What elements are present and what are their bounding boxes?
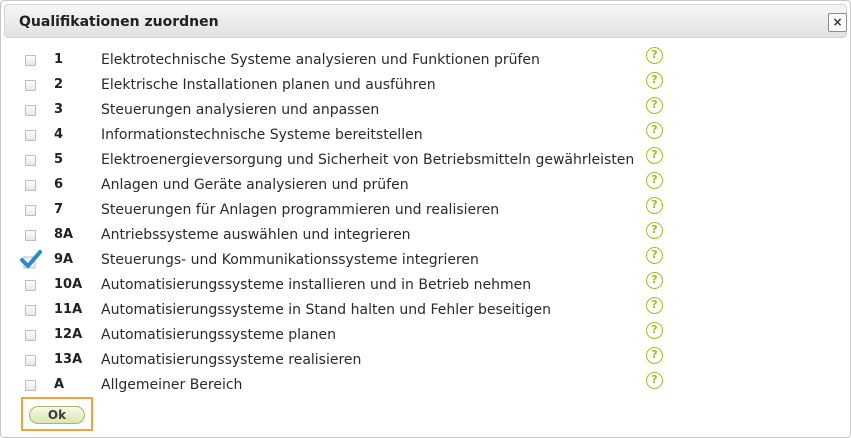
qualification-row: A Allgemeiner Bereich? (1, 372, 851, 397)
qualification-row: 2 Elektrische Installationen planen und a… (1, 72, 851, 97)
close-icon: × (832, 15, 843, 29)
qualification-number: 13A (54, 352, 83, 367)
qualification-label: Informationstechnische Systeme bereitste… (101, 127, 423, 143)
qualification-number: 5 (54, 152, 64, 167)
qualification-row: 6 Anlagen und Geräte analysieren und prüf… (1, 172, 851, 197)
qualification-row: 8A Antriebssysteme auswählen und integrie… (1, 222, 851, 247)
qualification-label: Elektroenergieversorgung und Sicherheit … (101, 152, 635, 168)
help-icon[interactable]: ? (646, 272, 663, 289)
checkbox[interactable] (25, 180, 36, 191)
qualification-row: 3 Steuerungen analysieren und anpassen? (1, 97, 851, 122)
qualification-number: 2 (54, 77, 64, 92)
qualification-label: Steuerungen analysieren und anpassen (101, 102, 380, 118)
help-icon[interactable]: ? (646, 147, 663, 164)
dialog-titlebar: Qualifikationen zuordnen × (4, 4, 847, 38)
qualification-label: Antriebssysteme auswählen und integriere… (101, 227, 411, 243)
qualification-number: 8A (54, 227, 74, 242)
help-icon[interactable]: ? (646, 247, 663, 264)
qualification-label: Steuerungs- und Kommunikationssysteme in… (101, 252, 479, 268)
qualification-number: 4 (54, 127, 64, 142)
help-icon[interactable]: ? (646, 122, 663, 139)
qualification-row: 9A Steuerungs- und Kommunikationssysteme … (1, 247, 851, 272)
help-icon[interactable]: ? (646, 222, 663, 239)
checkbox[interactable] (25, 355, 36, 366)
qualification-label: Automatisierungssysteme planen (101, 327, 336, 343)
help-icon[interactable]: ? (646, 97, 663, 114)
checkbox[interactable] (25, 130, 36, 141)
qualification-number: A (54, 377, 65, 392)
checkbox[interactable] (25, 305, 36, 316)
qualification-row: 12A Automatisierungssysteme planen? (1, 322, 851, 347)
checkbox[interactable] (25, 330, 36, 341)
checkbox-checked[interactable] (20, 248, 42, 270)
qualification-row: 11A Automatisierungssysteme in Stand halt… (1, 297, 851, 322)
help-icon[interactable]: ? (646, 372, 663, 389)
qualification-number: 11A (54, 302, 83, 317)
qualification-number: 9A (54, 252, 74, 267)
help-icon[interactable]: ? (646, 297, 663, 314)
ok-button[interactable]: Ok (29, 406, 85, 424)
checkbox[interactable] (25, 230, 36, 241)
checkbox[interactable] (25, 380, 36, 391)
qualification-row: 1 Elektrotechnische Systeme analysieren u… (1, 47, 851, 72)
help-icon[interactable]: ? (646, 72, 663, 89)
help-icon[interactable]: ? (646, 322, 663, 339)
checkbox[interactable] (25, 105, 36, 116)
qualification-row: 4 Informationstechnische Systeme bereitst… (1, 122, 851, 147)
qualification-label: Automatisierungssysteme in Stand halten … (101, 302, 552, 318)
qualification-row: 13A Automatisierungssysteme realisieren? (1, 347, 851, 372)
ok-button-focus-ring: Ok (21, 397, 93, 431)
qualification-label: Automatisierungssysteme installieren und… (101, 277, 532, 293)
close-button[interactable]: × (828, 13, 847, 32)
qualification-number: 1 (54, 52, 64, 67)
checkmark-icon (20, 250, 42, 269)
qualification-label: Steuerungen für Anlagen programmieren un… (101, 202, 500, 218)
qualification-label: Elektrische Installationen planen und au… (101, 77, 436, 93)
help-icon[interactable]: ? (646, 347, 663, 364)
checkbox[interactable] (25, 80, 36, 91)
help-icon[interactable]: ? (646, 197, 663, 214)
qualification-number: 6 (54, 177, 64, 192)
qualification-label: Automatisierungssysteme realisieren (101, 352, 362, 368)
qualification-row: 10A Automatisierungssysteme installieren … (1, 272, 851, 297)
qualification-row: 5 Elektroenergieversorgung und Sicherheit… (1, 147, 851, 172)
checkbox[interactable] (25, 155, 36, 166)
qualification-list: 1 Elektrotechnische Systeme analysieren u… (1, 47, 851, 397)
qualification-number: 7 (54, 202, 64, 217)
help-icon[interactable]: ? (646, 172, 663, 189)
qualification-row: 7 Steuerungen für Anlagen programmieren u… (1, 197, 851, 222)
qualification-label: Anlagen und Geräte analysieren und prüfe… (101, 177, 409, 193)
qualification-number: 10A (54, 277, 83, 292)
checkbox[interactable] (25, 205, 36, 216)
checkbox[interactable] (25, 55, 36, 66)
qualification-number: 12A (54, 327, 83, 342)
dialog-title: Qualifikationen zuordnen (19, 14, 219, 30)
qualification-number: 3 (54, 102, 64, 117)
help-icon[interactable]: ? (646, 47, 663, 64)
qualification-label: Elektrotechnische Systeme analysieren un… (101, 52, 540, 68)
qualification-label: Allgemeiner Bereich (101, 377, 243, 393)
qualifications-dialog: Qualifikationen zuordnen × 1 Elektrotechn… (0, 0, 851, 438)
checkbox[interactable] (25, 280, 36, 291)
